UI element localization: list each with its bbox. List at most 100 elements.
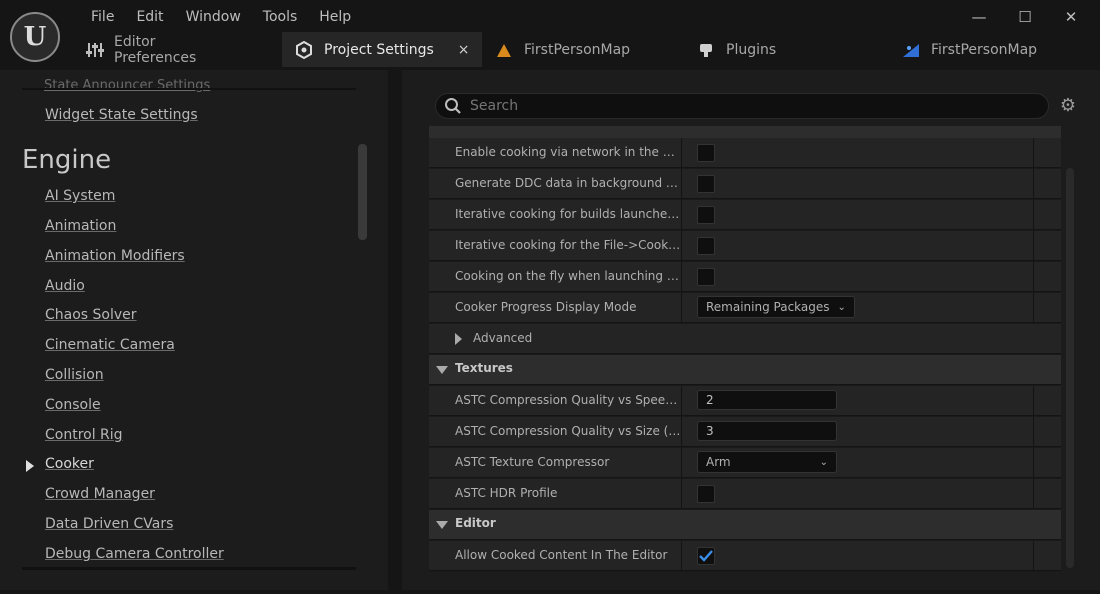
settings-scrollbar[interactable] <box>1066 168 1074 568</box>
setting-name: Iterative cooking for builds launched fr… <box>455 207 681 221</box>
tab-plugins[interactable]: Plugins <box>684 32 788 67</box>
menu-file[interactable]: File <box>80 8 125 28</box>
column-divider <box>681 200 682 230</box>
expand-arrow-icon[interactable] <box>26 460 34 472</box>
expand-arrow-icon[interactable] <box>455 333 462 345</box>
section-textures[interactable]: Textures <box>429 355 1061 385</box>
tab-label: Editor Preferences <box>114 33 197 66</box>
nav-item-cooker[interactable]: Cooker <box>45 456 94 472</box>
level-icon <box>494 41 514 59</box>
setting-row: Cooking on the fly when launching from t… <box>429 262 1061 292</box>
astc-size-input[interactable]: 3 <box>697 421 837 441</box>
nav-item-data-driven-cvars[interactable]: Data Driven CVars <box>45 516 173 532</box>
tab-firstpersonmap[interactable]: FirstPersonMap <box>482 32 642 67</box>
search-box[interactable] <box>435 93 1049 119</box>
column-divider <box>681 448 682 478</box>
setting-row: Iterative cooking for the File->Cook Con… <box>429 231 1061 261</box>
sliders-icon <box>86 41 104 59</box>
divider <box>22 567 356 570</box>
section-header-engine: Engine <box>22 145 112 175</box>
nav-item-cinematic-camera[interactable]: Cinematic Camera <box>45 337 175 353</box>
plug-icon <box>696 41 716 59</box>
column-divider <box>681 293 682 323</box>
search-icon <box>444 97 462 115</box>
chevron-down-icon: ⌄ <box>819 456 828 468</box>
setting-checkbox[interactable] <box>697 237 715 255</box>
menu-help[interactable]: Help <box>308 8 362 28</box>
nav-item-crowd-manager[interactable]: Crowd Manager <box>45 486 155 502</box>
nav-item-collision[interactable]: Collision <box>45 367 104 383</box>
menu-window[interactable]: Window <box>175 8 252 28</box>
setting-row: Iterative cooking for builds launched fr… <box>429 200 1061 230</box>
nav-item-animation-modifiers[interactable]: Animation Modifiers <box>45 248 185 264</box>
nav-item-cut[interactable]: State Announcer Settings <box>44 78 210 93</box>
setting-name: Allow Cooked Content In The Editor <box>455 548 668 562</box>
dropdown-value: Remaining Packages <box>706 300 830 314</box>
tab-label: FirstPersonMap <box>931 41 1038 58</box>
tab-editor-preferences[interactable]: Editor Preferences <box>74 32 210 67</box>
column-divider <box>681 231 682 261</box>
setting-checkbox[interactable] <box>697 485 715 503</box>
nav-item-console[interactable]: Console <box>45 397 101 413</box>
tab-project-settings[interactable]: Project Settings × <box>282 32 482 67</box>
column-divider <box>681 138 682 168</box>
nav-item-control-rig[interactable]: Control Rig <box>45 427 123 443</box>
progress-mode-dropdown[interactable]: Remaining Packages ⌄ <box>697 296 855 318</box>
unreal-logo-icon[interactable]: U <box>10 12 60 62</box>
chevron-down-icon: ⌄ <box>837 301 846 313</box>
column-divider <box>1033 417 1034 447</box>
maximize-icon[interactable]: ☐ <box>1014 6 1036 28</box>
setting-row-astc-size: ASTC Compression Quality vs Size (0-4, 0… <box>429 417 1061 447</box>
column-divider <box>681 541 682 571</box>
column-divider <box>681 169 682 199</box>
setting-checkbox[interactable] <box>697 175 715 193</box>
column-divider <box>1033 262 1034 292</box>
section-title: Textures <box>455 361 513 375</box>
nav-item-audio[interactable]: Audio <box>45 278 85 294</box>
dropdown-value: Arm <box>706 455 731 469</box>
advanced-row[interactable]: Advanced <box>429 324 1061 354</box>
setting-checkbox[interactable] <box>697 268 715 286</box>
setting-row-astc-hdr: ASTC HDR Profile <box>429 479 1061 509</box>
astc-speed-input[interactable]: 2 <box>697 390 837 410</box>
nav-scrollbar[interactable] <box>358 144 367 240</box>
column-divider <box>1033 169 1034 199</box>
menu-tools[interactable]: Tools <box>252 8 309 28</box>
setting-name: Cooking on the fly when launching from t… <box>455 269 681 283</box>
nav-item-animation[interactable]: Animation <box>45 218 116 234</box>
gear-icon[interactable]: ⚙ <box>1058 96 1078 116</box>
nav-item-ai-system[interactable]: AI System <box>45 188 115 204</box>
blueprint-icon <box>901 41 921 59</box>
search-input[interactable] <box>470 98 1010 114</box>
menu-bar: File Edit Window Tools Help <box>80 8 362 28</box>
nav-item-chaos-solver[interactable]: Chaos Solver <box>45 307 137 323</box>
settings-details-panel: ⚙ Enable cooking via network in the back… <box>402 70 1100 590</box>
setting-name: ASTC Compression Quality vs Size (0-4, 0… <box>455 424 681 438</box>
setting-checkbox[interactable] <box>697 144 715 162</box>
setting-name: ASTC Compression Quality vs Speed (0-4, … <box>455 393 681 407</box>
allow-cooked-checkbox[interactable] <box>697 547 715 565</box>
nav-item-debug-camera-controller[interactable]: Debug Camera Controller <box>45 546 224 562</box>
settings-list: Enable cooking via network in the backgr… <box>429 126 1061 572</box>
close-window-icon[interactable]: ✕ <box>1060 6 1082 28</box>
minimize-icon[interactable]: — <box>968 6 990 28</box>
column-divider <box>1033 448 1034 478</box>
setting-row-astc-compressor: ASTC Texture Compressor Arm ⌄ <box>429 448 1061 478</box>
divider <box>22 88 356 90</box>
section-editor[interactable]: Editor <box>429 510 1061 540</box>
column-divider <box>1033 479 1034 509</box>
setting-name: Iterative cooking for the File->Cook Con… <box>455 238 681 252</box>
nav-item-widget-state-settings[interactable]: Widget State Settings <box>45 107 198 123</box>
menu-edit[interactable]: Edit <box>125 8 174 28</box>
tab-label: FirstPersonMap <box>524 41 631 58</box>
setting-name: Generate DDC data in background for desi… <box>455 176 681 190</box>
checkmark-icon <box>699 550 713 562</box>
setting-row: Enable cooking via network in the backgr… <box>429 138 1061 168</box>
setting-checkbox[interactable] <box>697 206 715 224</box>
close-tab-icon[interactable]: × <box>458 42 470 58</box>
collapse-arrow-icon <box>436 366 448 374</box>
tab-firstpersonmap-blueprint[interactable]: FirstPersonMap <box>889 32 1049 67</box>
astc-compressor-dropdown[interactable]: Arm ⌄ <box>697 451 837 473</box>
setting-name: Cooker Progress Display Mode <box>455 300 637 314</box>
panel-splitter[interactable] <box>388 70 402 590</box>
